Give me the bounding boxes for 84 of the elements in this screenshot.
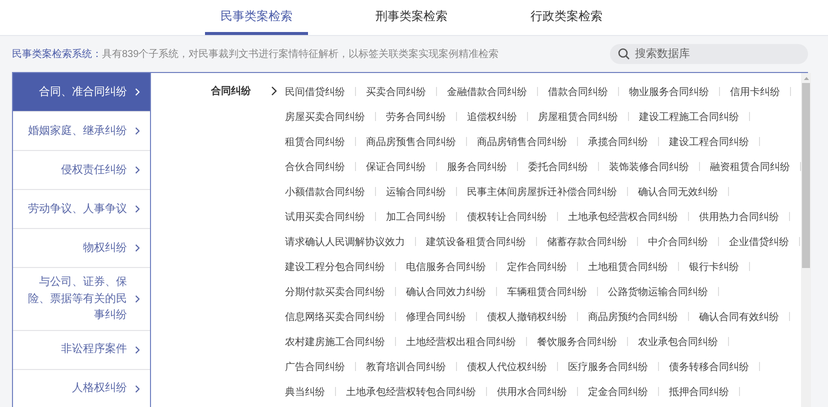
case-type-link[interactable]: 借款合同纠纷 bbox=[548, 84, 608, 98]
scrollbar-thumb[interactable] bbox=[802, 83, 810, 268]
case-type-link[interactable]: 公路货物运输合同纠纷 bbox=[608, 284, 708, 298]
category-label: 合同纠纷 bbox=[211, 84, 251, 98]
scrollbar[interactable] bbox=[801, 73, 811, 407]
case-type-link[interactable]: 土地租赁合同纠纷 bbox=[588, 260, 668, 274]
case-type-link[interactable]: 金融借款合同纠纷 bbox=[447, 84, 527, 98]
case-type-link[interactable]: 合伙合同纠纷 bbox=[285, 160, 345, 174]
case-type-link[interactable]: 分期付款买卖合同纠纷 bbox=[285, 284, 385, 298]
case-type-link[interactable]: 商品房预售合同纠纷 bbox=[366, 134, 456, 148]
case-type-link[interactable]: 融资租赁合同纠纷 bbox=[710, 160, 790, 174]
case-type-link[interactable]: 典当纠纷 bbox=[285, 384, 325, 398]
case-type-link[interactable]: 信息网络买卖合同纠纷 bbox=[285, 310, 385, 324]
case-type-link[interactable]: 承揽合同纠纷 bbox=[588, 134, 648, 148]
intro-text: 具有839个子系统，对民事裁判文书进行案情特征解析，以标签关联类案实现案例精准检索 bbox=[102, 49, 499, 60]
case-type-link[interactable]: 信用卡纠纷 bbox=[730, 84, 780, 98]
case-type-link[interactable]: 土地承包经营权合同纠纷 bbox=[568, 210, 678, 224]
case-type-link[interactable]: 中介合同纠纷 bbox=[648, 234, 708, 248]
case-type-link[interactable]: 建设工程分包合同纠纷 bbox=[285, 260, 385, 274]
case-type-link[interactable]: 农村建房施工合同纠纷 bbox=[285, 334, 385, 348]
chevron-icon bbox=[135, 294, 140, 303]
case-type-link[interactable]: 保证合同纠纷 bbox=[366, 160, 426, 174]
chevron-icon bbox=[135, 88, 140, 96]
case-type-link[interactable]: 建设工程施工合同纠纷 bbox=[639, 110, 739, 124]
case-type-link[interactable]: 运输合同纠纷 bbox=[386, 184, 446, 198]
case-type-link[interactable]: 小额借款合同纠纷 bbox=[285, 184, 365, 198]
sidebar-item[interactable]: 合同、准合同纠纷 bbox=[13, 73, 150, 112]
case-type-link[interactable]: 债权人代位权纠纷 bbox=[467, 360, 547, 374]
case-type-link[interactable]: 委托合同纠纷 bbox=[528, 160, 588, 174]
case-type-link[interactable]: 企业借贷纠纷 bbox=[729, 234, 789, 248]
case-type-link[interactable]: 建设工程合同纠纷 bbox=[669, 134, 749, 148]
case-type-link[interactable]: 土地承包经营权转包合同纠纷 bbox=[346, 384, 476, 398]
tab[interactable]: 刑事类案检索 bbox=[360, 0, 463, 35]
case-type-link[interactable]: 追偿权纠纷 bbox=[467, 110, 517, 124]
case-type-link[interactable]: 定金合同纠纷 bbox=[588, 384, 648, 398]
scroll-up-icon bbox=[804, 77, 808, 80]
case-type-link[interactable]: 买卖合同纠纷 bbox=[366, 84, 426, 98]
case-type-link[interactable]: 农业承包合同纠纷 bbox=[638, 334, 718, 348]
case-type-link[interactable]: 债权转让合同纠纷 bbox=[467, 210, 547, 224]
case-type-link[interactable]: 房屋租赁合同纠纷 bbox=[538, 110, 618, 124]
chevron-icon bbox=[135, 384, 140, 392]
case-type-link[interactable]: 医疗服务合同纠纷 bbox=[568, 360, 648, 374]
case-type-link[interactable]: 装饰装修合同纠纷 bbox=[609, 160, 689, 174]
case-type-link[interactable]: 确认合同无效纠纷 bbox=[638, 184, 718, 198]
case-type-link[interactable]: 广告合同纠纷 bbox=[285, 360, 345, 374]
case-type-link[interactable]: 储蓄存款合同纠纷 bbox=[547, 234, 627, 248]
case-type-link[interactable]: 劳务合同纠纷 bbox=[386, 110, 446, 124]
case-type-link[interactable]: 民事主体间房屋拆迁补偿合同纠纷 bbox=[467, 184, 617, 198]
case-type-link[interactable]: 电信服务合同纠纷 bbox=[406, 260, 486, 274]
search-field[interactable]: 搜索数据库 bbox=[610, 44, 808, 64]
case-type-link[interactable]: 餐饮服务合同纠纷 bbox=[537, 334, 617, 348]
chevron-icon bbox=[271, 86, 277, 96]
case-type-link[interactable]: 确认合同有效纠纷 bbox=[699, 310, 779, 324]
case-type-link[interactable]: 供用水合同纠纷 bbox=[497, 384, 567, 398]
case-type-link[interactable]: 银行卡纠纷 bbox=[689, 260, 739, 274]
case-type-link[interactable]: 土地经营权出租合同纠纷 bbox=[406, 334, 516, 348]
chevron-icon bbox=[135, 244, 140, 252]
case-type-link[interactable]: 民间借贷纠纷 bbox=[285, 84, 345, 98]
intro-label: 民事类案检索系统： bbox=[12, 49, 102, 60]
case-type-link[interactable]: 债权人撤销权纠纷 bbox=[487, 310, 567, 324]
case-type-link[interactable]: 商品房预约合同纠纷 bbox=[588, 310, 678, 324]
case-type-link[interactable]: 债务转移合同纠纷 bbox=[669, 360, 749, 374]
case-type-link[interactable]: 教育培训合同纠纷 bbox=[366, 360, 446, 374]
case-type-link[interactable]: 租赁合同纠纷 bbox=[285, 134, 345, 148]
case-type-link[interactable]: 确认合同效力纠纷 bbox=[406, 284, 486, 298]
case-type-link[interactable]: 服务合同纠纷 bbox=[447, 160, 507, 174]
case-type-link[interactable]: 抵押合同纠纷 bbox=[669, 384, 729, 398]
case-type-link[interactable]: 商品房销售合同纠纷 bbox=[477, 134, 567, 148]
chevron-icon bbox=[135, 127, 140, 135]
tab[interactable]: 民事类案检索 bbox=[205, 0, 308, 35]
case-type-link[interactable]: 试用买卖合同纠纷 bbox=[285, 210, 365, 224]
case-type-link[interactable]: 车辆租赁合同纠纷 bbox=[507, 284, 587, 298]
case-type-link[interactable]: 建筑设备租赁合同纠纷 bbox=[426, 234, 526, 248]
chevron-icon bbox=[135, 346, 140, 354]
tab[interactable]: 行政类案检索 bbox=[515, 0, 618, 35]
chevron-icon bbox=[135, 166, 140, 174]
case-type-link[interactable]: 请求确认人民调解协议效力 bbox=[285, 234, 405, 248]
case-type-link[interactable]: 供用热力合同纠纷 bbox=[699, 210, 779, 224]
chevron-icon bbox=[135, 205, 140, 213]
case-type-link[interactable]: 加工合同纠纷 bbox=[386, 210, 446, 224]
case-type-link[interactable]: 房屋买卖合同纠纷 bbox=[285, 110, 365, 124]
case-type-link[interactable]: 修理合同纠纷 bbox=[406, 310, 466, 324]
case-type-link[interactable]: 定作合同纠纷 bbox=[507, 260, 567, 274]
case-type-link[interactable]: 物业服务合同纠纷 bbox=[629, 84, 709, 98]
